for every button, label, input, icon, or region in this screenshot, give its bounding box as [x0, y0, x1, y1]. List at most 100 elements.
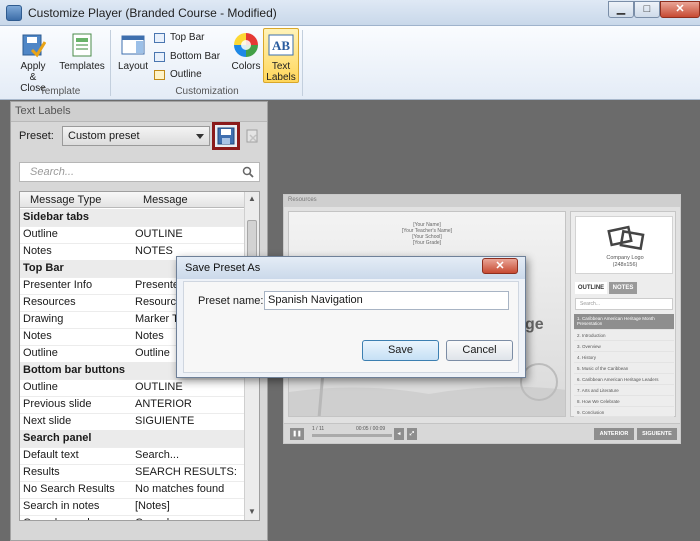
table-row[interactable]: Search in notes [Notes] [20, 498, 244, 516]
message-cell[interactable]: OUTLINE [135, 228, 243, 240]
logo-size: (248x156) [612, 262, 638, 268]
preview-tab-outline[interactable]: OUTLINE [575, 282, 607, 294]
message-type-cell: Outline [23, 381, 58, 393]
window-title: Customize Player (Branded Course - Modif… [28, 6, 277, 20]
outline-item[interactable]: 7. Arts and Literature [574, 386, 674, 396]
message-type-cell: Default text [23, 449, 79, 461]
preview-tab-notes[interactable]: NOTES [609, 282, 637, 294]
minimize-button[interactable]: ▁ [608, 1, 634, 18]
table-row[interactable]: Next slide SIGUIENTE [20, 413, 244, 431]
outline-button[interactable]: Outline [154, 69, 202, 80]
save-button[interactable]: Save [362, 340, 439, 361]
message-type-cell: Outline [23, 228, 58, 240]
svg-text:AB: AB [272, 38, 290, 53]
layout-icon [120, 32, 146, 58]
table-row[interactable]: Outline OUTLINE [20, 379, 244, 397]
customization-group-label: Customization [175, 86, 239, 97]
outline-item[interactable]: 5. Music of the Caribbean [574, 364, 674, 374]
preview-top-bar: Resources [284, 195, 680, 207]
section-header-row: Sidebar tabs [20, 209, 244, 227]
message-cell[interactable]: Search... [135, 449, 243, 461]
outline-icon [154, 69, 165, 80]
scroll-down-icon[interactable]: ▼ [247, 507, 257, 517]
volume-icon[interactable]: ◂ [394, 428, 404, 440]
top-bar-icon [154, 32, 165, 43]
message-type-cell: Next slide [23, 415, 72, 427]
save-icon [217, 127, 235, 145]
scroll-up-icon[interactable]: ▲ [247, 194, 257, 204]
column-header-message[interactable]: Message [143, 194, 188, 206]
title-bar: Customize Player (Branded Course - Modif… [0, 0, 700, 26]
table-row[interactable]: Cancel search Cancel [20, 515, 244, 520]
section-header-row: Search panel [20, 430, 244, 448]
templates-label: Templates [59, 61, 105, 72]
dialog-title: Save Preset As [185, 262, 261, 274]
text-labels-button[interactable]: AB Text Labels [263, 28, 299, 83]
message-type-cell: Bottom bar buttons [23, 364, 126, 376]
pause-icon[interactable]: ❚❚ [290, 428, 304, 440]
preset-value: Custom preset [68, 130, 140, 142]
message-type-cell: Notes [23, 245, 52, 257]
outline-item[interactable]: 6. Caribbean American Heritage Leaders [574, 375, 674, 385]
maximize-button[interactable]: □ [634, 1, 660, 18]
panel-header: Text Labels [11, 102, 267, 122]
text-labels-icon: AB [268, 32, 294, 58]
outline-item[interactable]: 9. Conclusion [574, 408, 674, 417]
grid-header: Message Type Message [20, 192, 244, 208]
outline-label: Outline [170, 69, 202, 80]
table-row[interactable]: Default text Search... [20, 447, 244, 465]
message-type-cell: Sidebar tabs [23, 211, 90, 223]
message-type-cell: Top Bar [23, 262, 64, 274]
cancel-button[interactable]: Cancel [446, 340, 513, 361]
layout-button[interactable]: Layout [115, 32, 151, 72]
dialog-close-button[interactable]: ✕ [482, 258, 518, 274]
outline-item[interactable]: 3. Overview [574, 342, 674, 352]
preset-name-input[interactable]: Spanish Navigation [264, 291, 509, 310]
preview-next-button[interactable]: SIGUIENTE [637, 428, 677, 440]
search-placeholder: Search... [30, 166, 75, 178]
table-row[interactable]: Outline OUTLINE [20, 226, 244, 244]
colors-button[interactable]: Colors [228, 32, 264, 72]
templates-button[interactable]: Templates [58, 32, 106, 72]
message-cell[interactable]: SIGUIENTE [135, 415, 243, 427]
chevron-down-icon [196, 134, 204, 139]
outline-item-active[interactable]: 1. Caribbean American Heritage Month Pre… [574, 314, 674, 330]
apply-close-icon [20, 32, 47, 58]
message-cell[interactable]: OUTLINE [135, 381, 243, 393]
message-type-cell: Drawing [23, 313, 64, 325]
preset-label: Preset: [19, 130, 54, 142]
templates-icon [69, 32, 95, 58]
message-cell[interactable]: ANTERIOR [135, 398, 243, 410]
message-type-cell: Resources [23, 296, 76, 308]
column-header-type[interactable]: Message Type [30, 194, 101, 206]
bottom-bar-button[interactable]: Bottom Bar [154, 51, 220, 62]
preset-name-label: Preset name: [198, 295, 264, 307]
outline-item[interactable]: 2. Introduction [574, 331, 674, 341]
ribbon-separator [302, 30, 303, 96]
preview-prev-button[interactable]: ANTERIOR [594, 428, 634, 440]
preview-search[interactable]: Search... [575, 298, 673, 310]
apply-close-button[interactable]: Apply & Close [12, 32, 54, 94]
message-cell[interactable]: Cancel [135, 517, 243, 520]
outline-item[interactable]: 4. History [574, 353, 674, 363]
progress-bar[interactable] [312, 434, 392, 437]
app-icon [6, 5, 22, 21]
top-bar-button[interactable]: Top Bar [154, 32, 204, 43]
table-row[interactable]: Previous slide ANTERIOR [20, 396, 244, 414]
message-type-cell: Previous slide [23, 398, 92, 410]
table-row[interactable]: Results SEARCH RESULTS: [20, 464, 244, 482]
message-cell[interactable]: SEARCH RESULTS: [135, 466, 243, 478]
preset-dropdown[interactable]: Custom preset [62, 126, 210, 146]
search-input[interactable]: Search... [19, 162, 260, 182]
save-preset-button[interactable] [212, 122, 240, 150]
dialog-title-bar: Save Preset As ✕ [177, 257, 525, 279]
fullscreen-icon[interactable]: ⤢ [407, 428, 417, 440]
outline-item[interactable]: 8. How We Celebrate [574, 397, 674, 407]
search-icon[interactable] [242, 166, 254, 178]
table-row[interactable]: No Search Results No matches found [20, 481, 244, 499]
delete-preset-button[interactable] [244, 128, 260, 144]
ribbon: Apply & Close Templates Template Layout … [0, 26, 700, 100]
message-cell[interactable]: [Notes] [135, 500, 243, 512]
close-window-button[interactable]: ✕ [660, 1, 700, 18]
message-cell[interactable]: No matches found [135, 483, 243, 495]
